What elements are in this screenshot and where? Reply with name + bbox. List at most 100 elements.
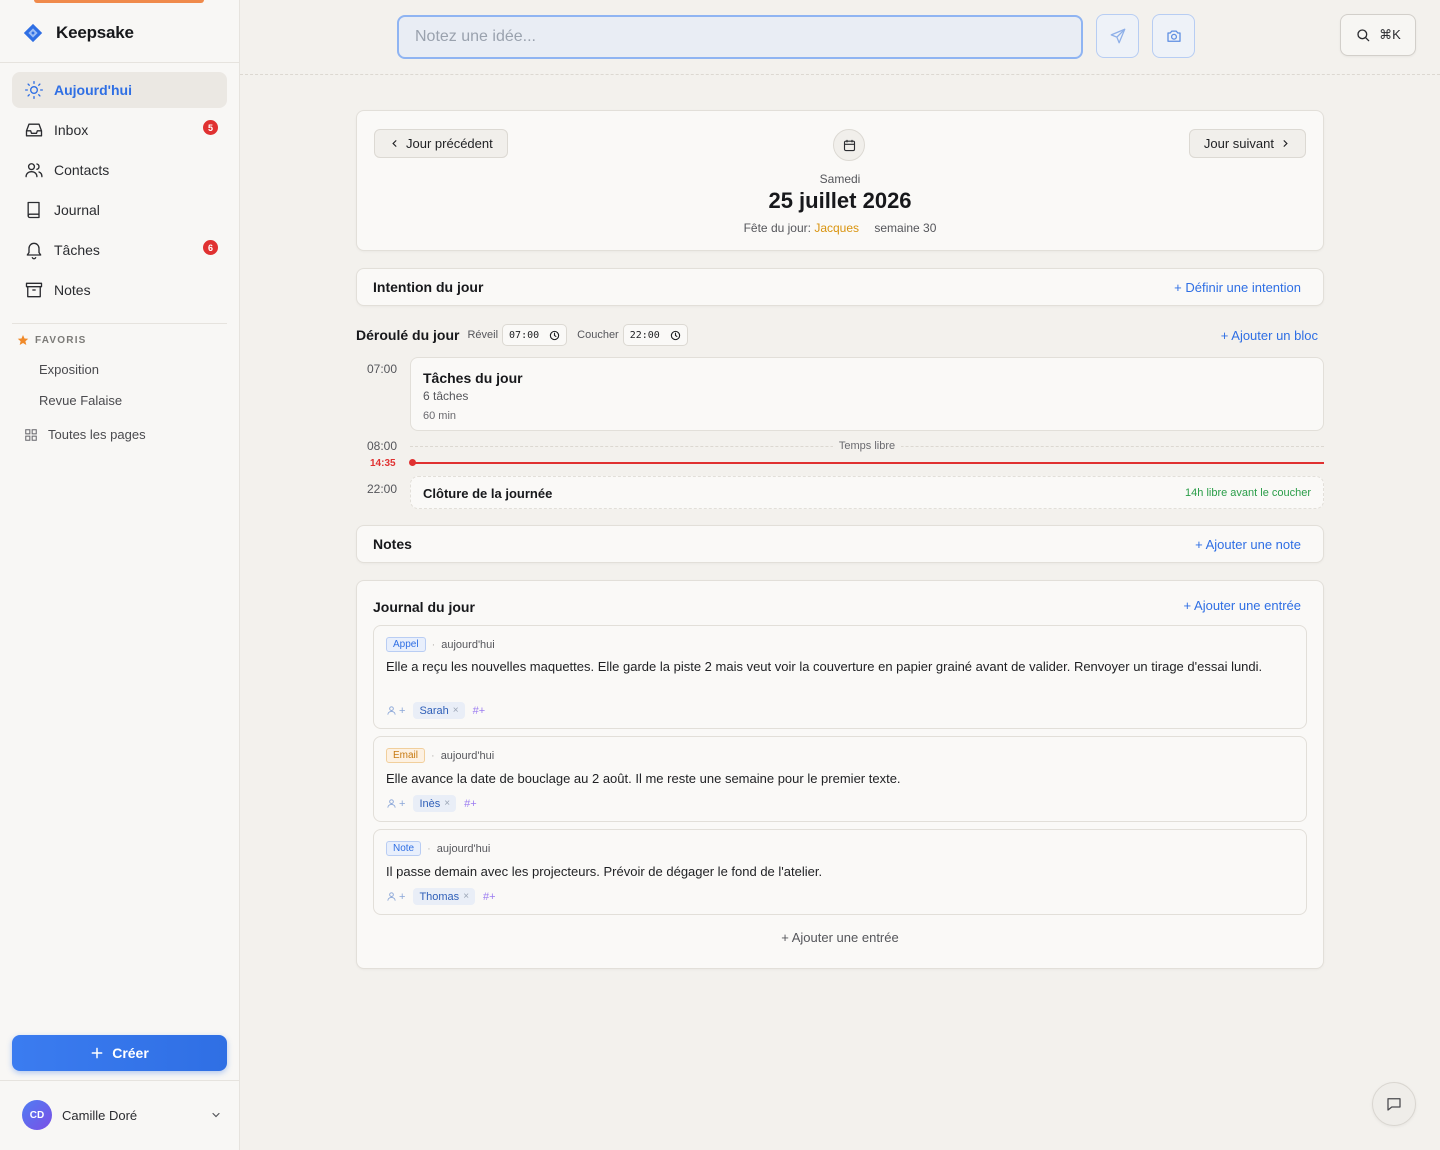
user-menu[interactable]: CD Camille Doré xyxy=(22,1100,222,1130)
entry-text: Elle a reçu les nouvelles maquettes. Ell… xyxy=(386,659,1263,674)
journal-card: Journal du jour + Ajouter une entrée App… xyxy=(356,580,1324,969)
free-time-label: Temps libre xyxy=(410,440,1324,452)
intention-card: Intention du jour + Définir une intentio… xyxy=(356,268,1324,306)
next-day-button[interactable]: Jour suivant xyxy=(1188,129,1306,158)
weekday: Samedi xyxy=(819,172,861,186)
separator: · xyxy=(431,749,435,762)
search-button[interactable]: ⌘K xyxy=(1340,14,1416,56)
calendar-button[interactable] xyxy=(833,129,865,161)
users-icon xyxy=(25,163,43,178)
notes-card: Notes + Ajouter une note xyxy=(356,525,1324,563)
journal-entry[interactable]: Note · aujourd'hui Il passe demain avec … xyxy=(373,829,1307,915)
sidebar-item-tasks[interactable]: Tâches 6 xyxy=(12,232,227,268)
journal-entry[interactable]: Appel · aujourd'hui Elle a reçu les nouv… xyxy=(373,625,1307,729)
fete-label: Fête du jour: xyxy=(743,221,811,235)
remove-person-icon[interactable]: × xyxy=(463,891,469,902)
person-chip[interactable]: Thomas × xyxy=(413,888,476,905)
app-name: Keepsake xyxy=(56,23,134,42)
journal-title: Journal du jour xyxy=(373,599,475,615)
send-button[interactable] xyxy=(1096,14,1139,58)
chevron-left-icon xyxy=(392,140,397,147)
sidebar-item-notes[interactable]: Notes xyxy=(12,272,227,308)
intention-title: Intention du jour xyxy=(373,279,484,295)
sidebar-item-today[interactable]: Aujourd'hui xyxy=(12,72,227,108)
sidebar-item-contacts[interactable]: Contacts xyxy=(12,152,227,188)
chat-icon xyxy=(1387,1098,1401,1111)
calendar-icon xyxy=(843,139,855,151)
brand[interactable]: Keepsake xyxy=(22,20,134,46)
free-time-text: Temps libre xyxy=(832,440,902,452)
next-day-label: Jour suivant xyxy=(1203,136,1274,151)
grid-icon xyxy=(25,428,37,441)
saint-name[interactable]: Jacques xyxy=(814,221,859,235)
divider xyxy=(12,323,227,324)
entry-text: Il passe demain avec les projecteurs. Pr… xyxy=(386,864,823,879)
create-label: Créer xyxy=(112,1045,149,1061)
quick-capture-input[interactable] xyxy=(397,15,1083,59)
block-title: Clôture de la journée xyxy=(423,486,553,501)
bell-icon xyxy=(26,242,42,260)
favorite-item[interactable]: Revue Falaise xyxy=(39,393,122,408)
sleep-time-value: 22:00 xyxy=(629,329,660,341)
add-person-button[interactable]: + xyxy=(386,891,405,903)
notes-title: Notes xyxy=(373,536,412,552)
schedule-title: Déroulé du jour xyxy=(356,327,460,343)
create-button[interactable]: Créer xyxy=(12,1035,227,1071)
free-before-sleep: 14h libre avant le coucher xyxy=(1185,487,1311,499)
date-card: Jour précédent Jour suivant Samedi 25 ju… xyxy=(356,110,1324,251)
add-tag-button[interactable]: #+ xyxy=(483,891,496,903)
entry-footer: + Sarah × #+ xyxy=(386,702,485,719)
journal-entry[interactable]: Email · aujourd'hui Elle avance la date … xyxy=(373,736,1307,822)
user-plus-icon xyxy=(387,892,396,901)
sidebar-item-label: Tâches xyxy=(54,242,100,258)
remove-person-icon[interactable]: × xyxy=(444,798,450,809)
add-entry-bottom-link[interactable]: + Ajouter une entrée xyxy=(357,930,1323,945)
sleep-time-input[interactable]: 22:00 xyxy=(622,324,688,346)
clock-icon xyxy=(670,330,681,340)
chat-button[interactable] xyxy=(1372,1082,1416,1126)
add-block-link[interactable]: + Ajouter un bloc xyxy=(1221,328,1318,343)
wake-time-input[interactable]: 07:00 xyxy=(502,324,568,346)
tasks-block[interactable]: Tâches du jour 6 tâches 60 min xyxy=(410,357,1324,431)
search-icon xyxy=(1357,29,1370,42)
entry-header: Note · aujourd'hui xyxy=(386,841,490,856)
person-chip[interactable]: Sarah × xyxy=(413,702,465,719)
time-label: 08:00 xyxy=(367,439,398,453)
add-person-button[interactable]: + xyxy=(386,705,405,717)
schedule-header: Déroulé du jour Réveil 07:00 Coucher 22:… xyxy=(356,323,1324,347)
sidebar-item-journal[interactable]: Journal xyxy=(12,192,227,228)
chevron-down-icon xyxy=(212,1112,220,1118)
add-entry-link[interactable]: + Ajouter une entrée xyxy=(1184,598,1301,613)
closing-block[interactable]: Clôture de la journée 14h libre avant le… xyxy=(410,476,1324,509)
separator: · xyxy=(431,638,436,651)
add-person-button[interactable]: + xyxy=(386,798,405,810)
sun-icon xyxy=(25,81,43,100)
entry-footer: + Thomas × #+ xyxy=(386,888,496,905)
separator: · xyxy=(427,842,431,855)
sidebar: Keepsake Aujourd'hui Inbox 5 Contacts Jo… xyxy=(0,0,240,1150)
send-icon xyxy=(1110,28,1125,44)
entry-header: Email · aujourd'hui xyxy=(386,748,494,763)
entry-type-tag: Email xyxy=(386,748,426,763)
define-intention-link[interactable]: + Définir une intention xyxy=(1174,280,1301,295)
previous-day-button[interactable]: Jour précédent xyxy=(374,129,508,158)
chevron-right-icon xyxy=(1283,140,1288,147)
person-chip[interactable]: Inès × xyxy=(413,795,457,812)
page-title: 25 juillet 2026 xyxy=(768,188,912,213)
favorites-title: FAVORIS xyxy=(35,334,87,346)
add-tag-button[interactable]: #+ xyxy=(464,798,477,810)
user-plus-icon xyxy=(387,799,396,808)
sidebar-item-inbox[interactable]: Inbox 5 xyxy=(12,112,227,148)
sidebar-item-label: Contacts xyxy=(54,162,110,178)
block-duration: 60 min xyxy=(423,410,457,422)
all-pages-link[interactable]: Toutes les pages xyxy=(24,427,146,442)
add-tag-button[interactable]: #+ xyxy=(473,705,486,717)
camera-icon xyxy=(1166,30,1181,42)
user-name: Camille Doré xyxy=(62,1107,138,1123)
add-note-link[interactable]: + Ajouter une note xyxy=(1195,537,1301,552)
remove-person-icon[interactable]: × xyxy=(453,705,459,716)
favorite-item[interactable]: Exposition xyxy=(39,362,99,377)
entry-date: aujourd'hui xyxy=(440,749,495,762)
camera-button[interactable] xyxy=(1152,14,1195,58)
wake-time-value: 07:00 xyxy=(509,329,540,341)
